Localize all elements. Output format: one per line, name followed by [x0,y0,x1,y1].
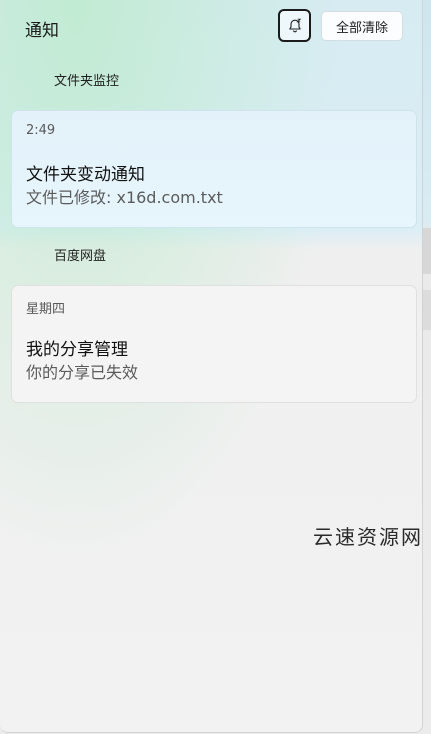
do-not-disturb-button[interactable] [278,9,311,42]
notification-body: 你的分享已失效 [26,363,139,382]
folder-monitor-icon [24,69,44,89]
notification-center-panel: 通知 全部清除 文件夹监控 2:49 文件夹变动通知 文件已修改: x16d.c… [0,0,423,733]
app-group-header-folder-monitor[interactable]: 文件夹监控 [24,67,119,91]
notification-card-folder-change[interactable]: 2:49 文件夹变动通知 文件已修改: x16d.com.txt [11,110,417,228]
notification-title: 我的分享管理 [26,340,128,360]
notification-header: 通知 全部清除 [0,0,422,54]
app-group-header-baidu-netdisk[interactable]: 百度网盘 [24,242,106,266]
notification-body: 文件已修改: x16d.com.txt [26,188,223,207]
notification-time: 2:49 [26,123,56,138]
baidu-netdisk-icon [24,244,44,264]
bell-snooze-icon [288,18,301,32]
watermark-text: 云速资源网 [313,525,423,549]
app-name: 文件夹监控 [54,73,120,89]
notification-time: 星期四 [26,302,66,317]
notification-card-share-management[interactable]: 星期四 我的分享管理 你的分享已失效 [11,285,417,403]
app-name: 百度网盘 [54,248,107,264]
clear-all-button[interactable]: 全部清除 [321,11,403,41]
panel-title: 通知 [25,21,59,41]
notification-title: 文件夹变动通知 [26,165,145,185]
